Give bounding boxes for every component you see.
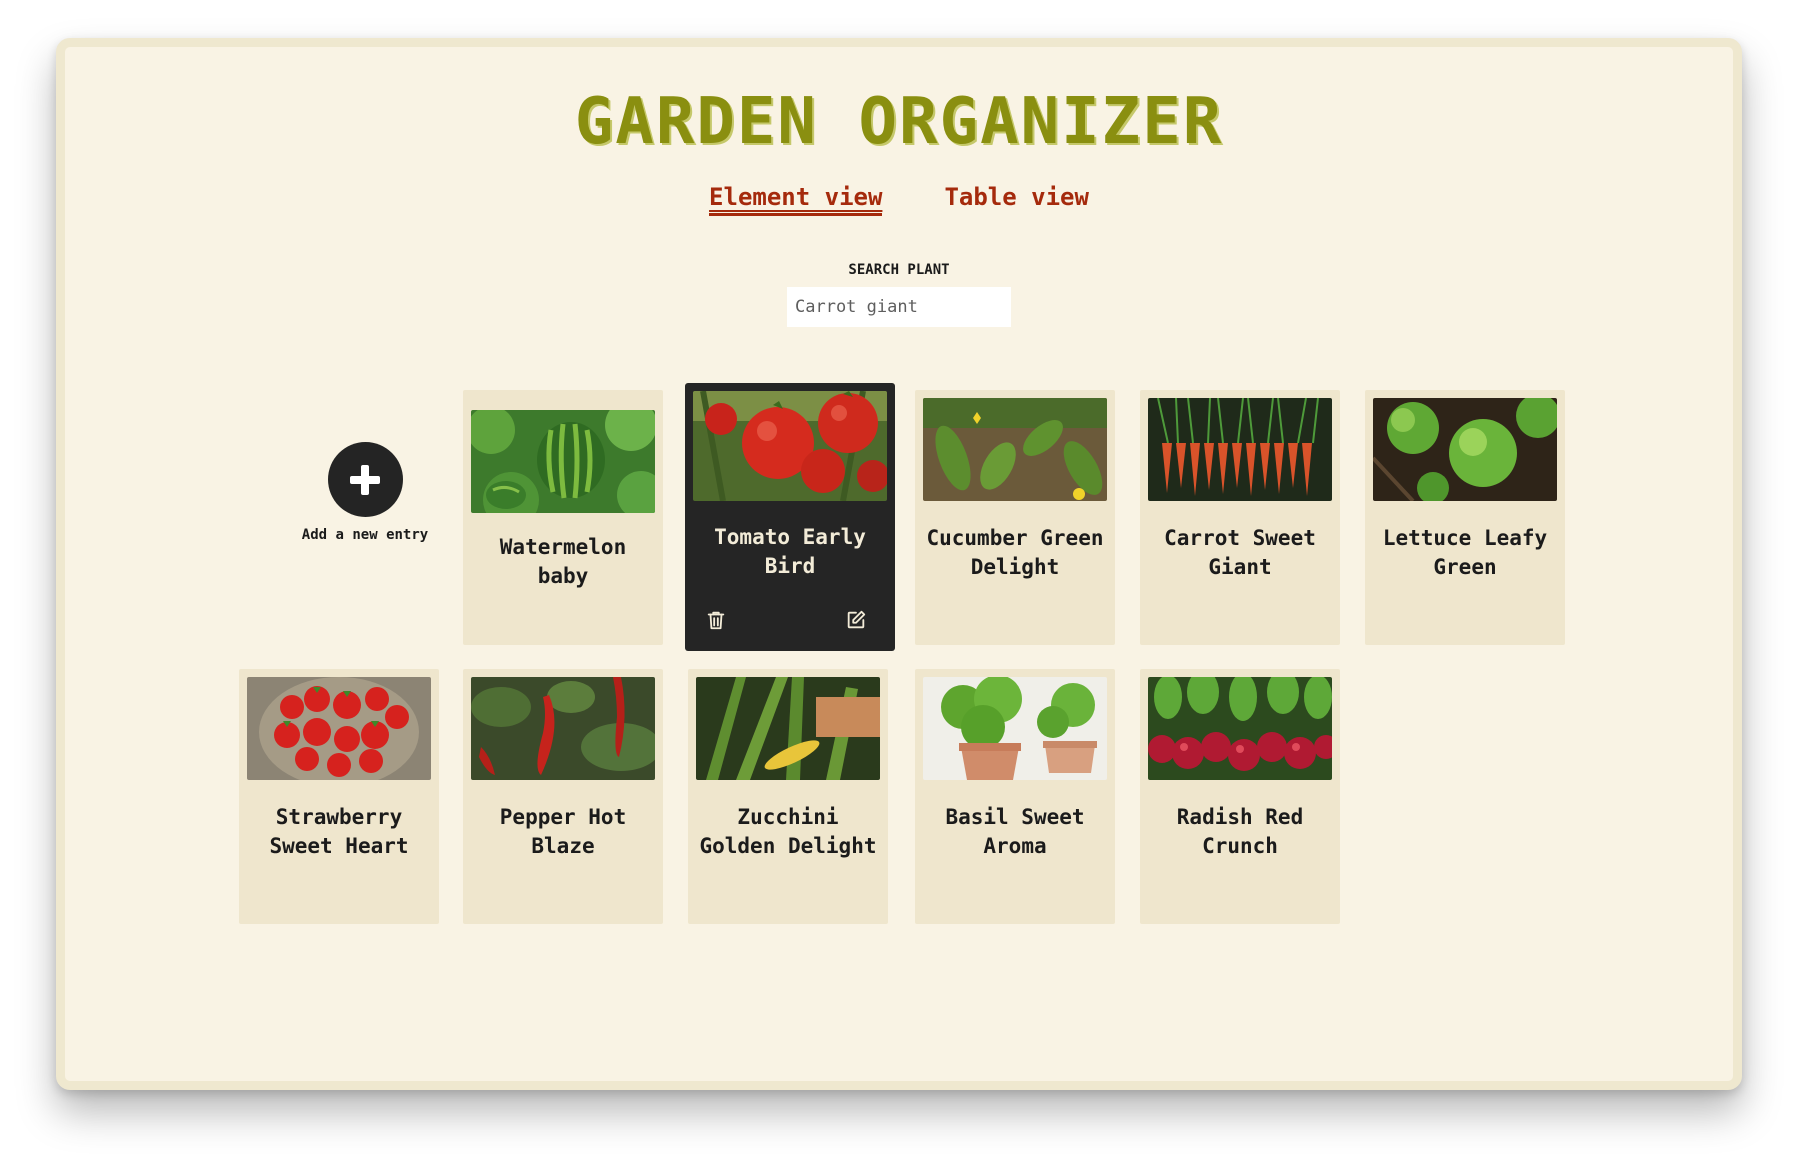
carrot-photo [1148, 398, 1332, 501]
plant-name: Pepper Hot Blaze [499, 805, 627, 858]
plant-card-radish[interactable]: Radish Red Crunch [1140, 669, 1340, 924]
pepper-photo [471, 677, 655, 780]
plant-card-watermelon[interactable]: Watermelon baby [463, 390, 663, 645]
watermelon-photo [471, 410, 655, 513]
plant-name: Radish Red Crunch [1176, 805, 1304, 858]
search-label: SEARCH PLANT [848, 262, 950, 278]
plant-card-basil[interactable]: Basil Sweet Aroma [915, 669, 1115, 924]
plus-icon [350, 464, 380, 495]
zucchini-photo [696, 677, 880, 780]
basil-photo [923, 677, 1107, 780]
view-tabs: Element view Table view [65, 183, 1733, 216]
strawberry-photo [247, 677, 431, 780]
plant-name: Carrot Sweet Giant [1164, 526, 1316, 579]
plant-card-pepper[interactable]: Pepper Hot Blaze [463, 669, 663, 924]
page-title: GARDEN ORGANIZER [574, 85, 1224, 159]
plant-card-strawberry[interactable]: Strawberry Sweet Heart [239, 669, 439, 924]
plant-name: Lettuce Leafy Green [1382, 526, 1548, 579]
tab-table-view[interactable]: Table view [944, 183, 1089, 216]
search-input[interactable] [787, 287, 1011, 327]
plant-card-carrot[interactable]: Carrot Sweet Giant [1140, 390, 1340, 645]
plant-name: Cucumber Green Delight [926, 526, 1104, 579]
plant-name: Basil Sweet Aroma [945, 805, 1085, 858]
plant-name: Zucchini Golden Delight [699, 805, 877, 858]
app-window: GARDEN ORGANIZER Element view Table view… [56, 38, 1742, 1090]
plant-card-zucchini[interactable]: Zucchini Golden Delight [688, 669, 888, 924]
radish-photo [1148, 677, 1332, 780]
tomato-photo [693, 391, 887, 501]
plant-name: Strawberry Sweet Heart [269, 805, 409, 858]
add-entry-button[interactable] [327, 442, 403, 517]
card-actions [705, 609, 867, 631]
plant-card-lettuce[interactable]: Lettuce Leafy Green [1365, 390, 1565, 645]
tab-element-view[interactable]: Element view [709, 183, 883, 216]
add-entry-label: Add a new entry [301, 527, 429, 543]
trash-icon[interactable] [705, 609, 727, 631]
add-entry: Add a new entry [265, 442, 465, 572]
plant-name: Watermelon baby [499, 535, 627, 588]
cucumber-photo [923, 398, 1107, 501]
lettuce-photo [1373, 398, 1557, 501]
plant-card-tomato[interactable]: Tomato Early Bird [685, 383, 895, 651]
edit-icon[interactable] [845, 609, 867, 631]
plant-name: Tomato Early Bird [714, 525, 866, 578]
plant-card-cucumber[interactable]: Cucumber Green Delight [915, 390, 1115, 645]
